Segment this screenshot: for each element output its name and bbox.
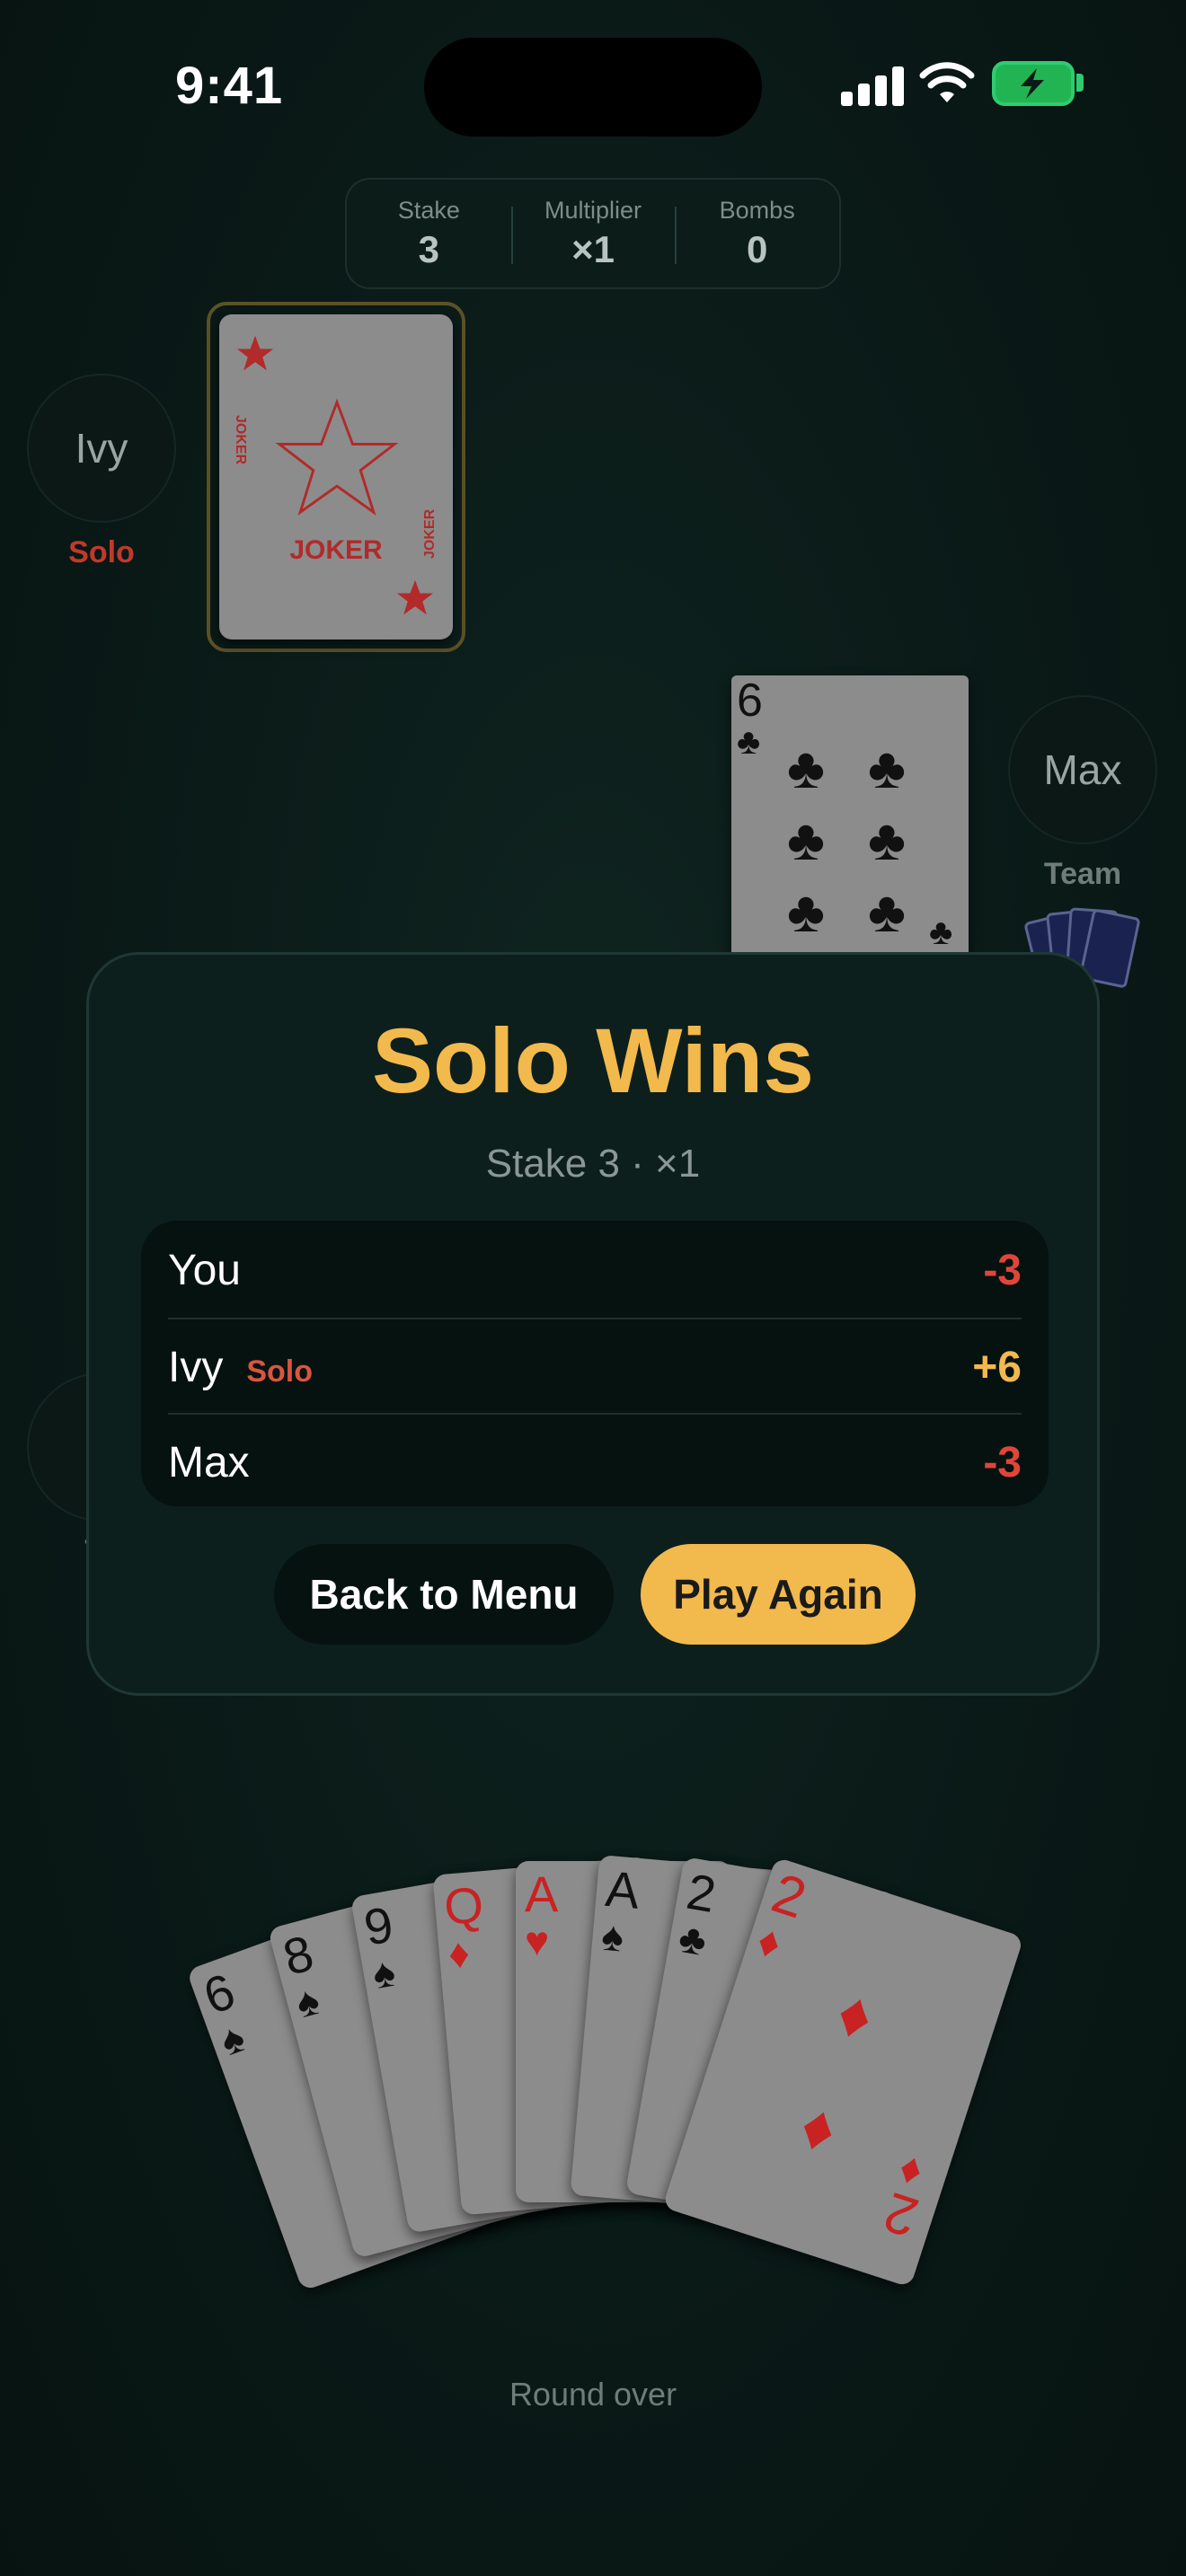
card-rank: Q <box>441 1875 486 1936</box>
score-value: -3 <box>983 1438 1022 1486</box>
round-status: Round over <box>509 2376 677 2413</box>
card-suit: ♦ <box>446 1928 472 1978</box>
star-icon <box>396 579 434 615</box>
hand-card[interactable]: 2 ♣ <box>624 1856 898 2230</box>
score-table: You -3 Ivy Solo +6 Max -3 <box>141 1221 1049 1506</box>
result-title: Solo Wins <box>371 1010 815 1112</box>
player-avatar-max: Max <box>1008 695 1157 844</box>
back-to-menu-button[interactable]: Back to Menu <box>274 1544 614 1645</box>
result-subtitle: Stake 3 · ×1 <box>485 1142 701 1186</box>
card-rank: A <box>603 1859 642 1919</box>
joker-side-label: JOKER <box>422 508 438 559</box>
battery-icon <box>992 61 1075 106</box>
card-rank: 6 <box>737 675 763 727</box>
player-avatar-ivy: Ivy <box>27 374 176 523</box>
card-rank: 6 <box>196 1962 243 2025</box>
score-row: Ivy Solo +6 <box>168 1318 1022 1415</box>
bombs-value: 0 <box>747 227 768 270</box>
club-pip: ♣ <box>787 807 825 872</box>
hand-card[interactable]: A ♥ <box>516 1861 731 2202</box>
club-pip: ♣ <box>787 736 825 800</box>
card-suit: ♠ <box>214 2013 251 2065</box>
score-row: You -3 <box>168 1222 1022 1318</box>
score-row: Max -3 <box>168 1413 1022 1510</box>
hand-card[interactable]: Q ♦ <box>432 1856 677 2216</box>
played-card-joker: JOKER JOKER JOKER <box>219 314 453 640</box>
diamond-pip: ♦ <box>828 1976 882 2055</box>
card-suit: ♣ <box>675 1913 711 1965</box>
hand-card[interactable]: A ♠ <box>570 1854 815 2214</box>
result-modal: Solo Wins Stake 3 · ×1 You -3 Ivy Solo +6… <box>86 952 1100 1696</box>
card-rank: 2 <box>765 1862 814 1931</box>
stake-stat: Stake 3 <box>347 180 511 287</box>
dynamic-island <box>424 38 762 137</box>
club-pip: ♣ <box>868 736 906 800</box>
player-role-max: Team <box>1043 857 1122 891</box>
card-rank: A <box>525 1866 559 1922</box>
status-time: 9:41 <box>175 57 284 115</box>
card-suit: ♠ <box>368 1947 399 1998</box>
card-rank: 8 <box>277 1924 320 1987</box>
joker-side-label: JOKER <box>233 415 248 465</box>
cellular-signal-icon <box>841 65 904 106</box>
diamond-pip: ♦ <box>792 2088 845 2168</box>
multiplier-label: Multiplier <box>544 196 642 224</box>
star-icon <box>275 398 399 516</box>
star-icon <box>236 335 274 371</box>
stake-value: 3 <box>418 227 440 270</box>
card-suit: ♦ <box>892 2146 928 2199</box>
stake-label: Stake <box>397 196 460 224</box>
card-suit: ♠ <box>599 1911 626 1961</box>
card-rank: 2 <box>682 1862 721 1924</box>
card-suit: ♦ <box>751 1917 787 1970</box>
player-role-ivy: Solo <box>68 535 135 569</box>
play-again-button[interactable]: Play Again <box>641 1544 916 1645</box>
joker-label: JOKER <box>289 535 383 565</box>
card-rank: 2 <box>876 2180 925 2249</box>
bombs-label: Bombs <box>719 196 795 224</box>
stake-bar: Stake 3 Multiplier ×1 Bombs 0 <box>345 178 841 289</box>
score-value: -3 <box>983 1246 1022 1294</box>
card-rank: 9 <box>359 1895 398 1956</box>
battery-tip <box>1076 74 1084 92</box>
card-suit: ♣ <box>929 913 953 952</box>
score-player-name: Ivy <box>168 1343 224 1391</box>
score-player-name: Max <box>168 1438 250 1486</box>
multiplier-value: ×1 <box>571 227 615 270</box>
bombs-stat: Bombs 0 <box>675 180 839 287</box>
club-pip: ♣ <box>868 807 906 872</box>
card-suit: ♠ <box>290 1975 324 2027</box>
card-suit: ♣ <box>737 722 761 762</box>
played-card-six-clubs: 6 ♣ ♣ ♣ ♣ ♣ ♣ ♣ ♣ <box>731 675 969 963</box>
hand-card[interactable]: 9 ♠ <box>350 1859 623 2234</box>
solo-tag: Solo <box>246 1354 314 1389</box>
club-pip: ♣ <box>787 879 825 944</box>
club-pip: ♣ <box>868 879 906 944</box>
hand-card-top[interactable]: 2 ♦ ♦ ♦ 2 ♦ <box>662 1857 1024 2288</box>
card-suit: ♥ <box>525 1918 550 1964</box>
hand-card[interactable]: 8 ♠ <box>267 1873 564 2260</box>
score-value: +6 <box>972 1343 1022 1391</box>
score-player-name: You <box>168 1246 241 1294</box>
multiplier-stat: Multiplier ×1 <box>510 180 676 287</box>
wifi-icon <box>919 62 975 102</box>
hand-card[interactable]: 6 ♠ <box>186 1896 506 2292</box>
